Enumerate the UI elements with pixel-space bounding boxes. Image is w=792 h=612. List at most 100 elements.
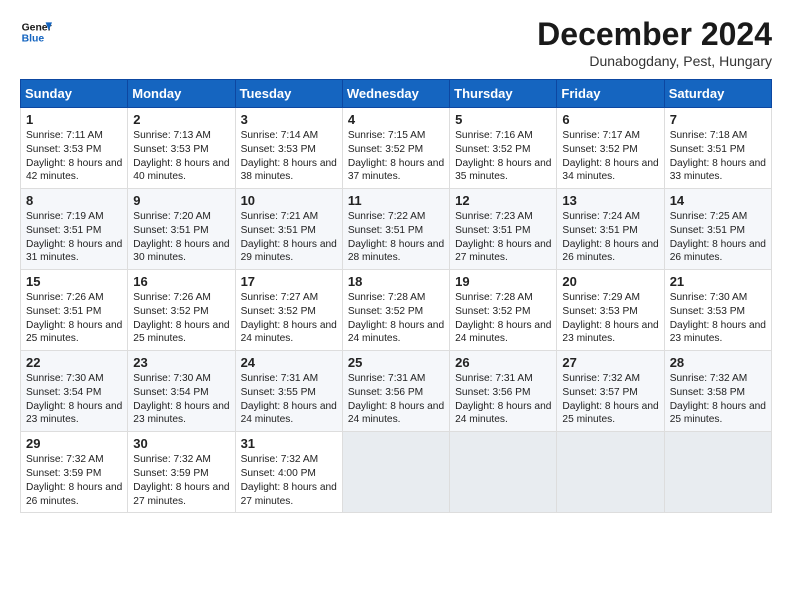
cell-info: Sunrise: 7:17 AMSunset: 3:52 PMDaylight:… (562, 129, 658, 184)
cell-info: Sunrise: 7:16 AMSunset: 3:52 PMDaylight:… (455, 129, 551, 184)
day-number: 24 (241, 355, 337, 370)
day-number: 6 (562, 112, 658, 127)
cell-info: Sunrise: 7:32 AMSunset: 3:58 PMDaylight:… (670, 372, 766, 427)
cell-info: Sunrise: 7:13 AMSunset: 3:53 PMDaylight:… (133, 129, 229, 184)
cell-info: Sunrise: 7:24 AMSunset: 3:51 PMDaylight:… (562, 210, 658, 265)
cell-info: Sunrise: 7:30 AMSunset: 3:53 PMDaylight:… (670, 291, 766, 346)
cell-info: Sunrise: 7:31 AMSunset: 3:56 PMDaylight:… (348, 372, 444, 427)
day-number: 7 (670, 112, 766, 127)
day-number: 4 (348, 112, 444, 127)
calendar-cell: 21 Sunrise: 7:30 AMSunset: 3:53 PMDayligh… (664, 270, 771, 351)
column-header-monday: Monday (128, 80, 235, 108)
calendar-cell: 6 Sunrise: 7:17 AMSunset: 3:52 PMDaylight… (557, 108, 664, 189)
day-number: 11 (348, 193, 444, 208)
day-number: 1 (26, 112, 122, 127)
calendar-cell: 20 Sunrise: 7:29 AMSunset: 3:53 PMDayligh… (557, 270, 664, 351)
cell-info: Sunrise: 7:15 AMSunset: 3:52 PMDaylight:… (348, 129, 444, 184)
logo: General Blue (20, 16, 52, 48)
month-title: December 2024 (537, 16, 772, 53)
cell-info: Sunrise: 7:14 AMSunset: 3:53 PMDaylight:… (241, 129, 337, 184)
calendar-cell: 1 Sunrise: 7:11 AMSunset: 3:53 PMDaylight… (21, 108, 128, 189)
calendar-cell (342, 432, 449, 513)
calendar-cell: 14Sunrise: 7:25 AMSunset: 3:51 PMDayligh… (664, 189, 771, 270)
column-header-wednesday: Wednesday (342, 80, 449, 108)
day-number: 29 (26, 436, 122, 451)
calendar-table: SundayMondayTuesdayWednesdayThursdayFrid… (20, 79, 772, 513)
location-subtitle: Dunabogdany, Pest, Hungary (537, 53, 772, 69)
day-number: 20 (562, 274, 658, 289)
calendar-cell: 26Sunrise: 7:31 AMSunset: 3:56 PMDayligh… (450, 351, 557, 432)
cell-info: Sunrise: 7:28 AMSunset: 3:52 PMDaylight:… (348, 291, 444, 346)
cell-info: Sunrise: 7:26 AMSunset: 3:51 PMDaylight:… (26, 291, 122, 346)
cell-info: Sunrise: 7:23 AMSunset: 3:51 PMDaylight:… (455, 210, 551, 265)
cell-info: Sunrise: 7:21 AMSunset: 3:51 PMDaylight:… (241, 210, 337, 265)
logo-icon: General Blue (20, 16, 52, 48)
day-number: 9 (133, 193, 229, 208)
cell-info: Sunrise: 7:31 AMSunset: 3:55 PMDaylight:… (241, 372, 337, 427)
calendar-cell: 22 Sunrise: 7:30 AMSunset: 3:54 PMDayligh… (21, 351, 128, 432)
column-header-friday: Friday (557, 80, 664, 108)
svg-text:Blue: Blue (22, 34, 45, 45)
calendar-cell: 10 Sunrise: 7:21 AMSunset: 3:51 PMDayligh… (235, 189, 342, 270)
day-number: 16 (133, 274, 229, 289)
day-number: 14 (670, 193, 766, 208)
calendar-cell: 29Sunrise: 7:32 AMSunset: 3:59 PMDayligh… (21, 432, 128, 513)
calendar-cell: 8 Sunrise: 7:19 AMSunset: 3:51 PMDaylight… (21, 189, 128, 270)
day-number: 13 (562, 193, 658, 208)
cell-info: Sunrise: 7:22 AMSunset: 3:51 PMDaylight:… (348, 210, 444, 265)
day-number: 22 (26, 355, 122, 370)
calendar-cell: 30 Sunrise: 7:32 AMSunset: 3:59 PMDayligh… (128, 432, 235, 513)
calendar-cell (664, 432, 771, 513)
cell-info: Sunrise: 7:32 AMSunset: 4:00 PMDaylight:… (241, 453, 337, 508)
calendar-cell: 19Sunrise: 7:28 AMSunset: 3:52 PMDayligh… (450, 270, 557, 351)
calendar-cell: 11 Sunrise: 7:22 AMSunset: 3:51 PMDayligh… (342, 189, 449, 270)
calendar-cell: 9 Sunrise: 7:20 AMSunset: 3:51 PMDaylight… (128, 189, 235, 270)
calendar-cell: 24 Sunrise: 7:31 AMSunset: 3:55 PMDayligh… (235, 351, 342, 432)
cell-info: Sunrise: 7:30 AMSunset: 3:54 PMDaylight:… (133, 372, 229, 427)
day-number: 28 (670, 355, 766, 370)
week-row-1: 1 Sunrise: 7:11 AMSunset: 3:53 PMDaylight… (21, 108, 772, 189)
cell-info: Sunrise: 7:32 AMSunset: 3:59 PMDaylight:… (133, 453, 229, 508)
calendar-cell: 7Sunrise: 7:18 AMSunset: 3:51 PMDaylight… (664, 108, 771, 189)
day-number: 15 (26, 274, 122, 289)
header-row: SundayMondayTuesdayWednesdayThursdayFrid… (21, 80, 772, 108)
calendar-cell: 25Sunrise: 7:31 AMSunset: 3:56 PMDayligh… (342, 351, 449, 432)
day-number: 19 (455, 274, 551, 289)
column-header-saturday: Saturday (664, 80, 771, 108)
column-header-tuesday: Tuesday (235, 80, 342, 108)
day-number: 10 (241, 193, 337, 208)
cell-info: Sunrise: 7:29 AMSunset: 3:53 PMDaylight:… (562, 291, 658, 346)
cell-info: Sunrise: 7:26 AMSunset: 3:52 PMDaylight:… (133, 291, 229, 346)
day-number: 23 (133, 355, 229, 370)
day-number: 5 (455, 112, 551, 127)
calendar-cell (450, 432, 557, 513)
calendar-cell: 4 Sunrise: 7:15 AMSunset: 3:52 PMDaylight… (342, 108, 449, 189)
cell-info: Sunrise: 7:19 AMSunset: 3:51 PMDaylight:… (26, 210, 122, 265)
column-header-sunday: Sunday (21, 80, 128, 108)
day-number: 30 (133, 436, 229, 451)
page-header: General Blue December 2024 Dunabogdany, … (20, 16, 772, 69)
day-number: 31 (241, 436, 337, 451)
calendar-cell: 27Sunrise: 7:32 AMSunset: 3:57 PMDayligh… (557, 351, 664, 432)
day-number: 8 (26, 193, 122, 208)
calendar-cell: 15 Sunrise: 7:26 AMSunset: 3:51 PMDayligh… (21, 270, 128, 351)
calendar-cell: 28 Sunrise: 7:32 AMSunset: 3:58 PMDayligh… (664, 351, 771, 432)
week-row-4: 22 Sunrise: 7:30 AMSunset: 3:54 PMDayligh… (21, 351, 772, 432)
title-area: December 2024 Dunabogdany, Pest, Hungary (537, 16, 772, 69)
day-number: 3 (241, 112, 337, 127)
day-number: 21 (670, 274, 766, 289)
cell-info: Sunrise: 7:11 AMSunset: 3:53 PMDaylight:… (26, 129, 122, 184)
day-number: 18 (348, 274, 444, 289)
cell-info: Sunrise: 7:30 AMSunset: 3:54 PMDaylight:… (26, 372, 122, 427)
day-number: 17 (241, 274, 337, 289)
week-row-2: 8 Sunrise: 7:19 AMSunset: 3:51 PMDaylight… (21, 189, 772, 270)
cell-info: Sunrise: 7:27 AMSunset: 3:52 PMDaylight:… (241, 291, 337, 346)
calendar-cell: 2Sunrise: 7:13 AMSunset: 3:53 PMDaylight… (128, 108, 235, 189)
calendar-cell: 17 Sunrise: 7:27 AMSunset: 3:52 PMDayligh… (235, 270, 342, 351)
calendar-cell: 12Sunrise: 7:23 AMSunset: 3:51 PMDayligh… (450, 189, 557, 270)
cell-info: Sunrise: 7:20 AMSunset: 3:51 PMDaylight:… (133, 210, 229, 265)
calendar-cell: 5 Sunrise: 7:16 AMSunset: 3:52 PMDaylight… (450, 108, 557, 189)
calendar-cell (557, 432, 664, 513)
calendar-cell: 23 Sunrise: 7:30 AMSunset: 3:54 PMDayligh… (128, 351, 235, 432)
calendar-cell: 16 Sunrise: 7:26 AMSunset: 3:52 PMDayligh… (128, 270, 235, 351)
